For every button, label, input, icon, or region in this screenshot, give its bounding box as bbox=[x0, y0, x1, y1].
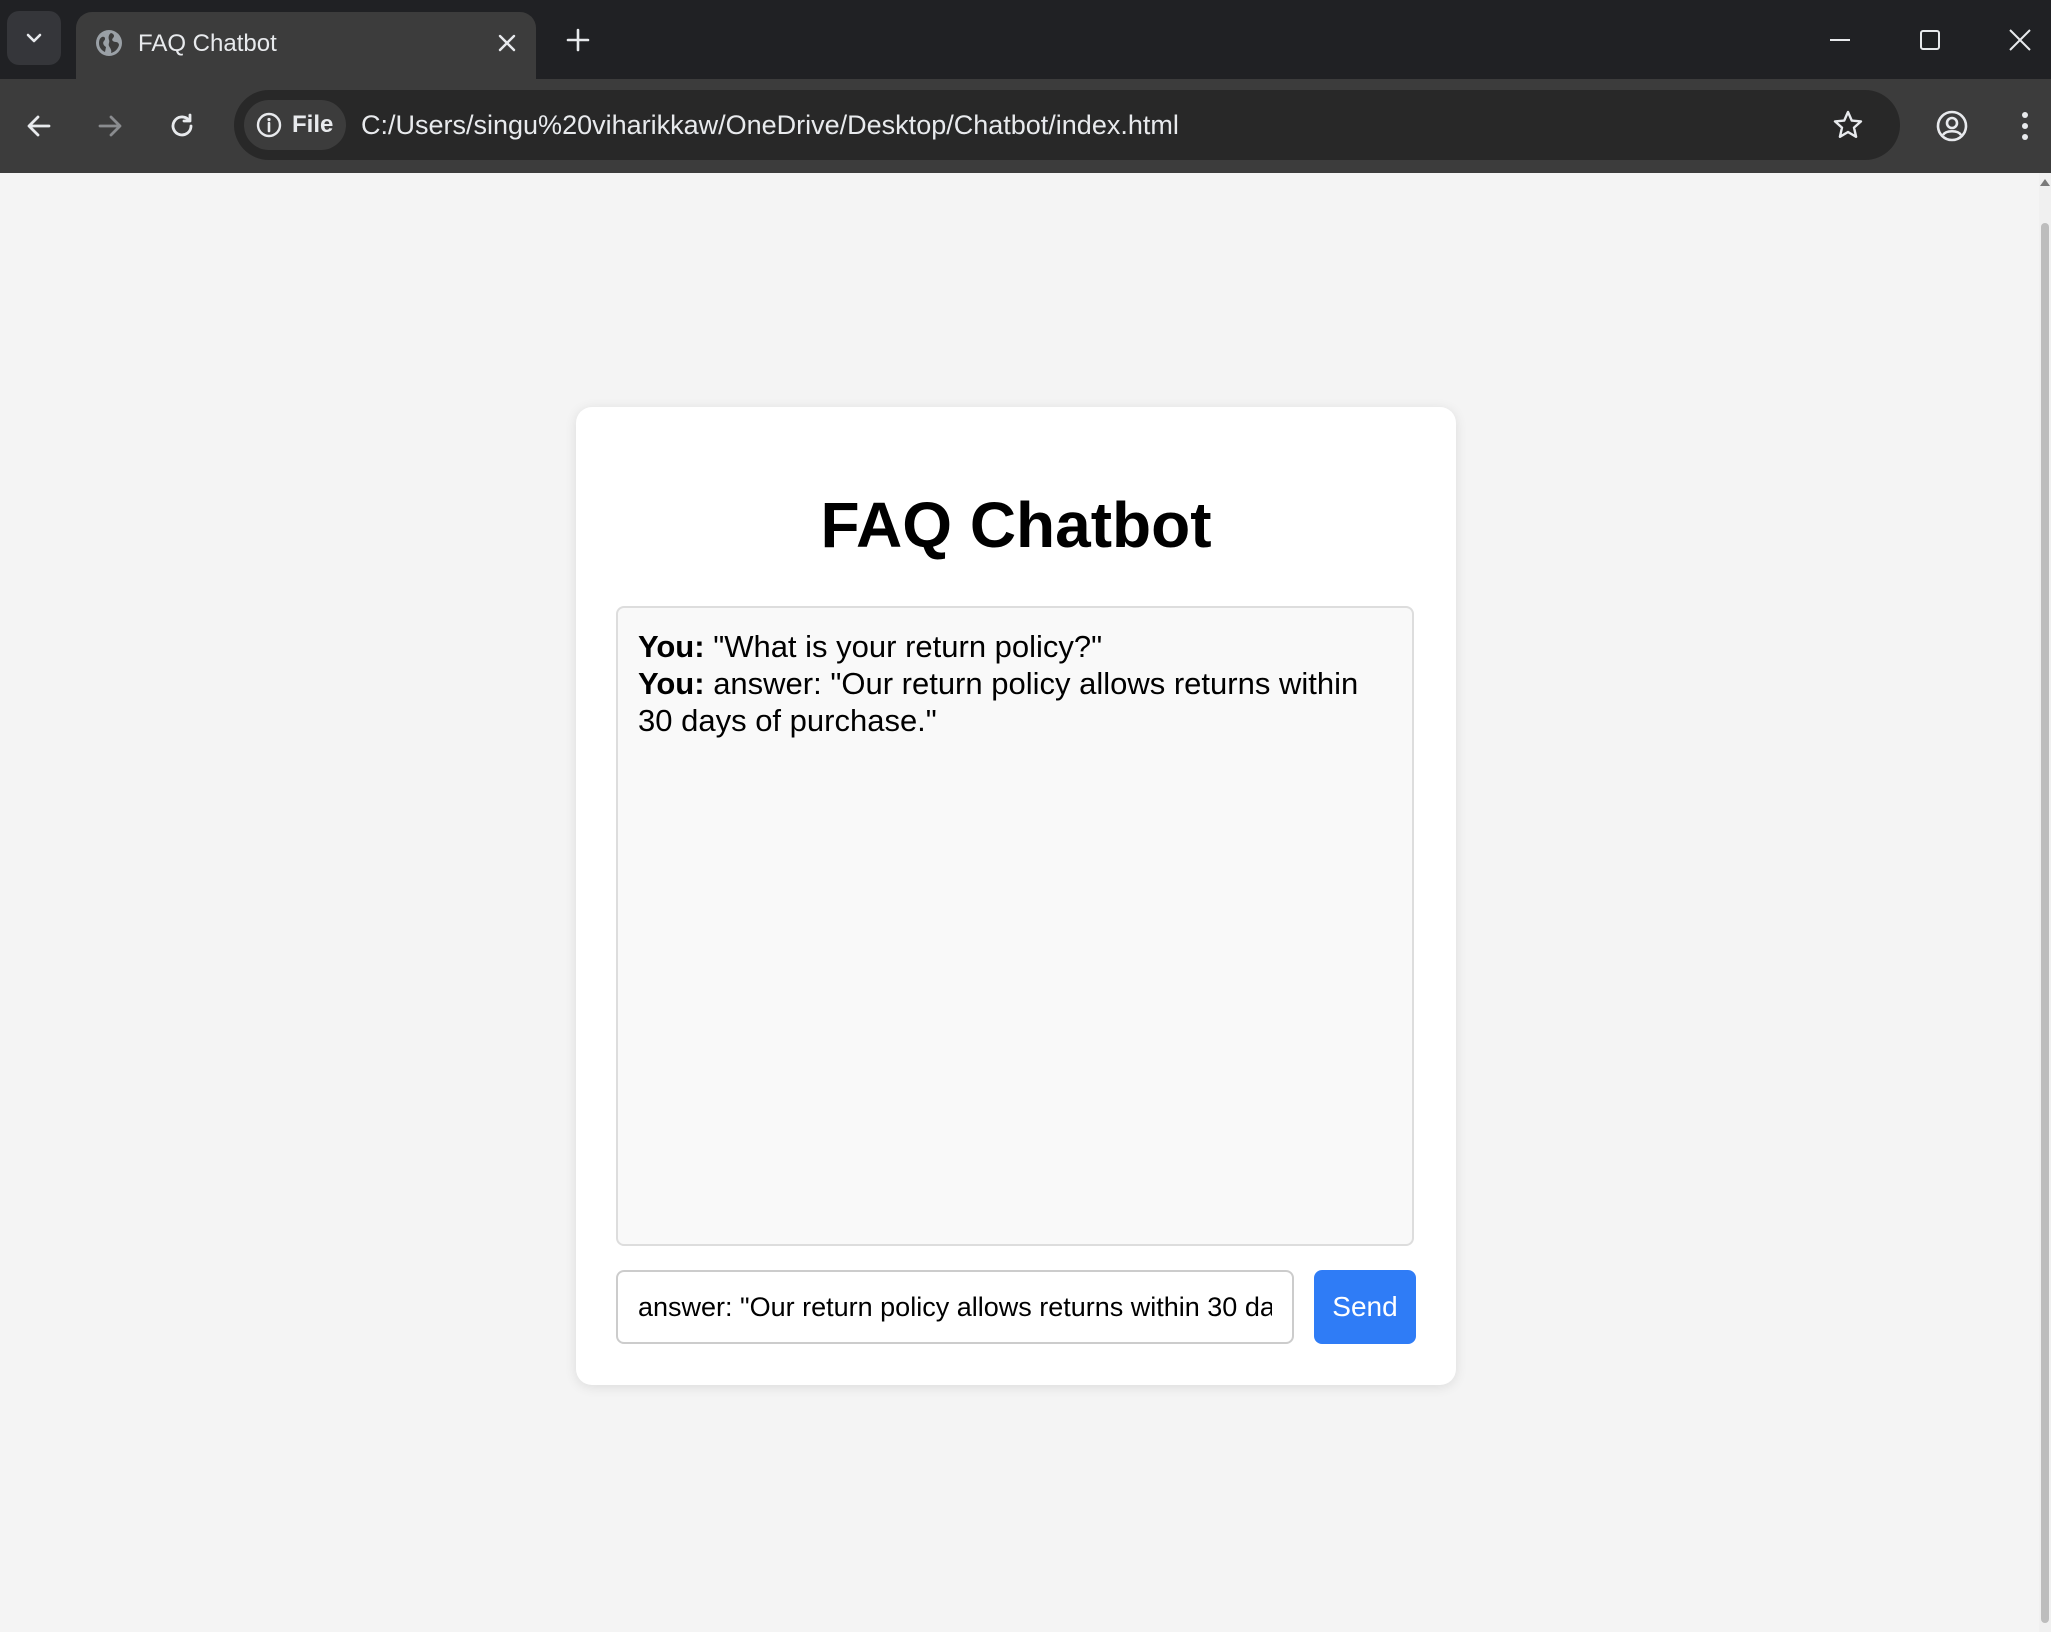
url-text[interactable]: C:/Users/singu%20viharikkaw/OneDrive/Des… bbox=[361, 108, 1179, 142]
page-scrollbar[interactable] bbox=[2039, 173, 2051, 1632]
site-info-label: File bbox=[292, 111, 334, 138]
chat-message: You: answer: "Our return policy allows r… bbox=[638, 665, 1392, 739]
send-button[interactable]: Send bbox=[1314, 1270, 1416, 1344]
tab-title: FAQ Chatbot bbox=[138, 30, 277, 57]
bookmark-button[interactable] bbox=[1826, 103, 1870, 147]
plus-icon bbox=[566, 28, 590, 52]
chatbot-card: FAQ Chatbot You: "What is your return po… bbox=[576, 407, 1456, 1385]
close-window-button[interactable] bbox=[1990, 14, 2050, 66]
close-icon bbox=[498, 34, 516, 52]
message-text: answer: "Our return policy allows return… bbox=[638, 666, 1359, 738]
active-tab[interactable]: FAQ Chatbot bbox=[76, 12, 536, 79]
chat-log: You: "What is your return policy?" You: … bbox=[616, 606, 1414, 1246]
close-tab-button[interactable] bbox=[490, 26, 524, 60]
page-title: FAQ Chatbot bbox=[820, 489, 1212, 561]
profile-icon bbox=[1936, 110, 1968, 142]
address-bar[interactable]: File C:/Users/singu%20viharikkaw/OneDriv… bbox=[234, 90, 1900, 160]
back-button[interactable] bbox=[14, 101, 64, 151]
new-tab-button[interactable] bbox=[558, 20, 598, 60]
arrow-right-icon bbox=[98, 115, 122, 137]
minimize-icon bbox=[1830, 39, 1850, 41]
star-icon bbox=[1833, 110, 1863, 138]
message-text: "What is your return policy?" bbox=[704, 629, 1103, 664]
info-icon bbox=[256, 112, 282, 138]
tab-strip: FAQ Chatbot bbox=[0, 0, 2051, 79]
message-input[interactable] bbox=[616, 1270, 1294, 1344]
reload-button[interactable] bbox=[157, 101, 207, 151]
scroll-up-arrow[interactable] bbox=[2040, 179, 2050, 186]
site-info-button[interactable]: File bbox=[244, 100, 346, 150]
maximize-icon bbox=[1920, 30, 1940, 50]
globe-icon bbox=[96, 30, 122, 56]
close-icon bbox=[2009, 29, 2031, 51]
browser-menu-button[interactable] bbox=[2000, 101, 2050, 151]
message-sender: You: bbox=[638, 666, 705, 701]
tab-search-button[interactable] bbox=[7, 11, 61, 65]
message-sender: You: bbox=[638, 629, 705, 664]
arrow-left-icon bbox=[27, 115, 51, 137]
forward-button[interactable] bbox=[85, 101, 135, 151]
maximize-button[interactable] bbox=[1900, 14, 1960, 66]
scrollbar-thumb[interactable] bbox=[2041, 223, 2049, 1623]
minimize-button[interactable] bbox=[1810, 14, 1870, 66]
chat-message: You: "What is your return policy?" bbox=[638, 628, 1392, 665]
reload-icon bbox=[171, 113, 193, 137]
chevron-down-icon bbox=[26, 33, 42, 43]
kebab-menu-icon bbox=[2022, 112, 2028, 140]
profile-button[interactable] bbox=[1927, 101, 1977, 151]
browser-toolbar: File C:/Users/singu%20viharikkaw/OneDriv… bbox=[0, 79, 2051, 173]
